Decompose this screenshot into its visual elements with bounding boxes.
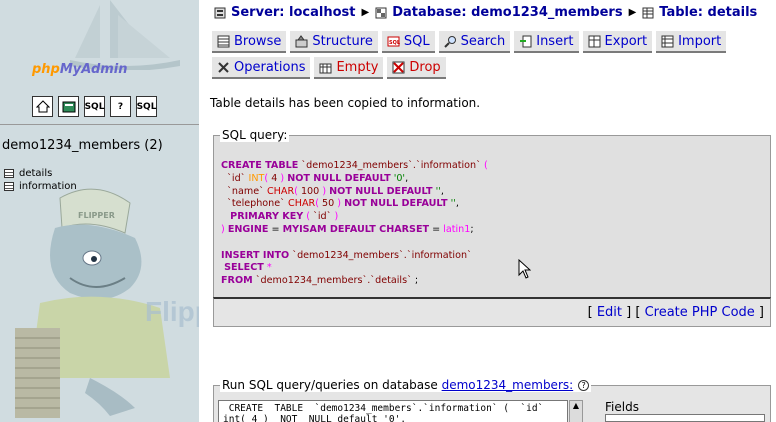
server-icon <box>214 7 226 18</box>
sql-line-6: ) ENGINE = MYISAM DEFAULT CHARSET = lati… <box>221 223 474 235</box>
import-icon <box>661 35 674 47</box>
content-frame: Server: localhost ▶ Database: demo1234_m… <box>205 0 776 422</box>
breadcrumb-arrow-icon: ▶ <box>628 7 637 18</box>
tab-browse[interactable]: Browse <box>212 31 287 53</box>
tab-bar-primary: Browse Structure SQL SQL Search Insert E… <box>212 31 727 53</box>
sql-tab-icon: SQL <box>387 36 400 46</box>
sql-line-9: FROM `demo1234_members`.`details` ; <box>221 275 419 287</box>
sql-line-2: `id` INT( 4 ) NOT NULL DEFAULT '0', <box>227 172 409 184</box>
breadcrumb-table[interactable]: Table: details <box>659 5 757 20</box>
dolphin-mascot-icon: FLIPPER FlipperHost <box>15 188 199 418</box>
fields-list[interactable] <box>605 414 765 422</box>
breadcrumb: Server: localhost ▶ Database: demo1234_m… <box>214 5 757 20</box>
drop-icon <box>392 61 405 73</box>
insert-icon <box>520 35 532 47</box>
sql-line-5: PRIMARY KEY ( `id` ) <box>230 211 339 223</box>
help-icon[interactable]: ? <box>578 380 590 391</box>
sql-line-7: INSERT INTO `demo1234_members`.`informat… <box>221 249 472 261</box>
search-icon <box>443 35 456 48</box>
sql-query-code: CREATE TABLE `demo1234_members`.`informa… <box>221 160 488 288</box>
tab-structure[interactable]: Structure <box>290 31 378 53</box>
svg-text:FlipperHost: FlipperHost <box>145 296 199 327</box>
query-window-icon[interactable] <box>58 96 79 117</box>
tab-operations[interactable]: Operations <box>212 57 311 79</box>
sql-icon[interactable]: SQL <box>84 96 105 117</box>
breadcrumb-database[interactable]: Database: demo1234_members <box>392 5 622 20</box>
navigation-frame: phpMyAdmin SQL ? SQL demo1234_members (2… <box>0 0 199 422</box>
export-icon <box>588 35 601 47</box>
sql-line-3: `name` CHAR( 100 ) NOT NULL DEFAULT '', <box>227 185 444 197</box>
table-icon[interactable] <box>4 169 14 178</box>
run-sql-legend: Run SQL query/queries on database demo12… <box>220 378 592 392</box>
nav-icon-bar: SQL ? SQL <box>32 96 157 117</box>
wrench-icon <box>218 61 229 73</box>
empty-icon <box>319 63 332 73</box>
tab-bar-secondary: Operations Empty Drop <box>212 57 446 79</box>
table-icon <box>642 7 654 18</box>
sql-line-4: `telephone` CHAR( 50 ) NOT NULL DEFAULT … <box>227 198 459 210</box>
tab-import[interactable]: Import <box>656 31 727 53</box>
create-php-code-link[interactable]: Create PHP Code <box>645 305 755 320</box>
edit-link[interactable]: Edit <box>597 305 622 320</box>
nav-separator <box>0 124 199 125</box>
breadcrumb-server[interactable]: Server: localhost <box>231 5 355 20</box>
breadcrumb-arrow-icon: ▶ <box>361 7 370 18</box>
tab-empty[interactable]: Empty <box>314 57 384 79</box>
run-sql-db-link[interactable]: demo1234_members: <box>442 378 574 392</box>
sql-query-legend: SQL query: <box>220 128 290 142</box>
sql-line-8: SELECT * <box>224 262 272 274</box>
sql-query-textarea[interactable]: CREATE TABLE `demo1234_members`.`informa… <box>218 400 568 422</box>
sql-query-box: SQL query: CREATE TABLE `demo1234_member… <box>213 128 771 298</box>
svg-text:FLIPPER: FLIPPER <box>78 211 115 220</box>
tab-sql[interactable]: SQL SQL <box>381 31 435 53</box>
mouse-cursor-icon <box>518 259 531 279</box>
sql-line-1: CREATE TABLE `demo1234_members`.`informa… <box>221 160 488 171</box>
sql-links-bar: [ Edit ] [ Create PHP Code ] <box>213 297 771 327</box>
svg-text:SQL: SQL <box>389 40 400 46</box>
sailboat-logo-icon <box>70 0 180 70</box>
tab-search[interactable]: Search <box>438 31 511 53</box>
structure-icon <box>295 34 308 47</box>
tab-insert[interactable]: Insert <box>514 31 579 53</box>
textarea-scrollbar[interactable]: ▲ <box>569 400 583 422</box>
database-name[interactable]: demo1234_members (2) <box>2 138 163 153</box>
home-icon[interactable] <box>32 96 53 117</box>
phpmyadmin-logo[interactable]: phpMyAdmin <box>32 62 128 77</box>
browse-icon <box>217 35 230 47</box>
tab-export[interactable]: Export <box>582 31 653 53</box>
sql-docs-icon[interactable]: SQL <box>136 96 157 117</box>
database-icon <box>375 7 387 18</box>
docs-icon[interactable]: ? <box>110 96 131 117</box>
tab-drop[interactable]: Drop <box>387 57 446 79</box>
fields-label: Fields <box>605 400 639 414</box>
status-message: Table details has been copied to informa… <box>210 96 481 110</box>
